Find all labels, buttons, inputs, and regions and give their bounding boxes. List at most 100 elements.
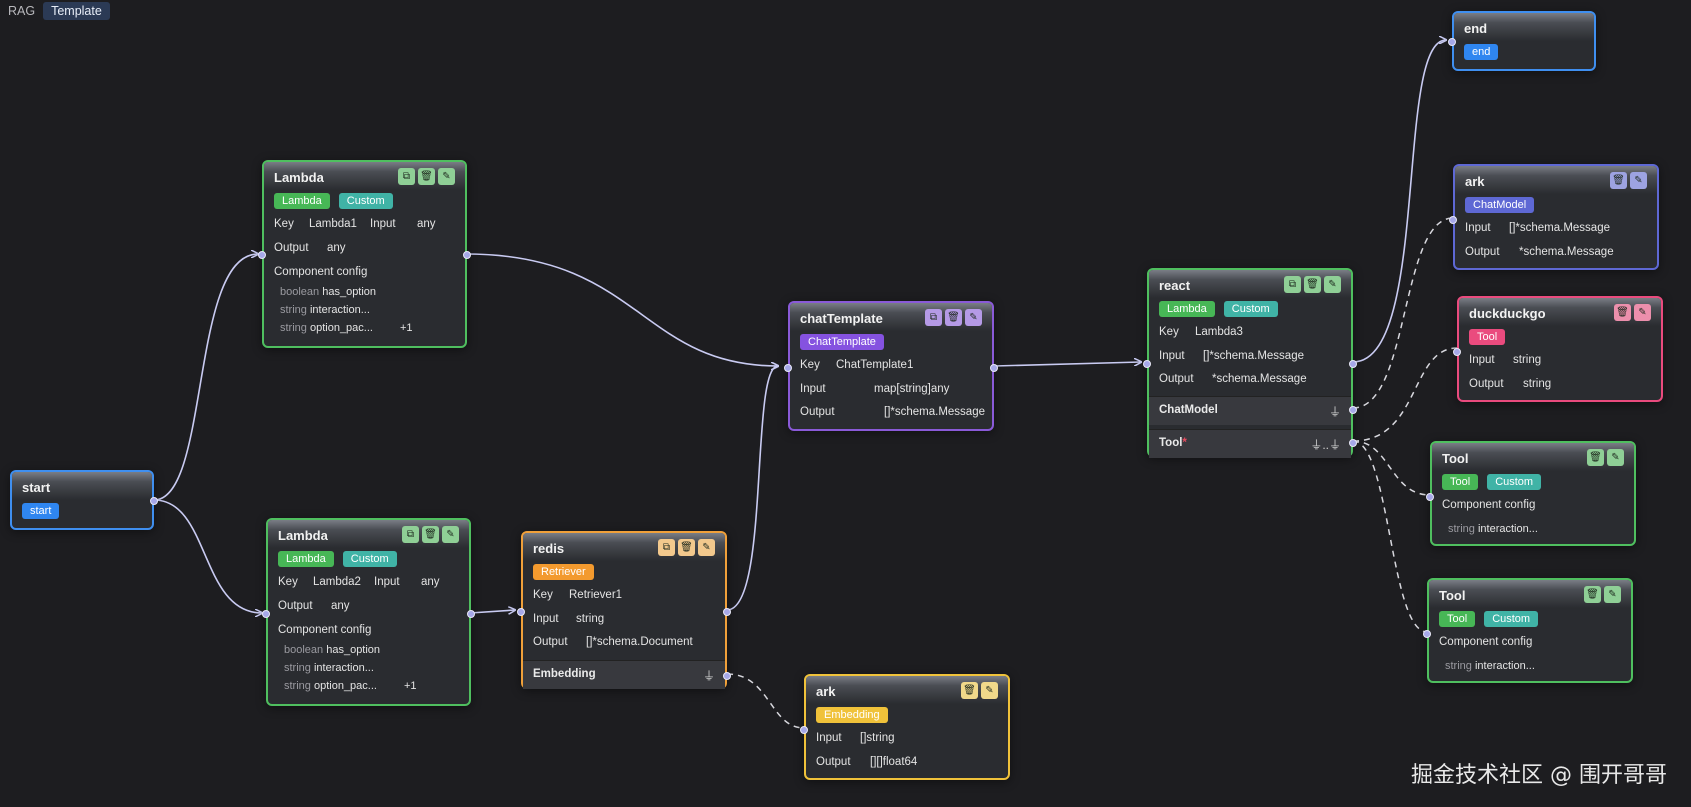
tool-section: Tool* ⏚..⏚ — [1149, 429, 1351, 458]
output-port[interactable] — [150, 497, 158, 505]
node-redis[interactable]: redis ⧉ 🗑 ✎ Retriever Key Retriever1 Inpu… — [517, 531, 731, 689]
tool-port[interactable] — [1349, 439, 1357, 447]
node-react[interactable]: react ⧉ 🗑 ✎ Lambda Custom Key Lambda3 Inp… — [1143, 268, 1357, 458]
node-tool1[interactable]: Tool 🗑 ✎ Tool Custom Component config st… — [1426, 441, 1636, 546]
node-start[interactable]: start start — [10, 470, 158, 530]
config-item: boolean has_option — [280, 286, 377, 298]
output-label: Output — [800, 406, 835, 418]
delete-icon[interactable]: 🗑 — [1587, 449, 1604, 466]
input-port[interactable] — [1426, 493, 1434, 501]
edge-react-end — [1352, 40, 1446, 363]
copy-icon[interactable]: ⧉ — [658, 539, 675, 556]
chatmodel-port[interactable] — [1349, 406, 1357, 414]
config-item: boolean has_option — [284, 644, 381, 656]
delete-icon[interactable]: 🗑 — [1610, 172, 1627, 189]
copy-icon[interactable]: ⧉ — [925, 309, 942, 326]
delete-icon[interactable]: 🗑 — [1304, 276, 1321, 293]
input-port[interactable] — [262, 610, 270, 618]
delete-icon[interactable]: 🗑 — [961, 682, 978, 699]
edge-redis-chattemplate — [726, 366, 778, 611]
embedding-port[interactable] — [723, 672, 731, 680]
key-value: Lambda1 — [309, 218, 357, 230]
node-title: redis — [533, 541, 565, 556]
input-value: any — [421, 576, 440, 588]
output-label: Output — [1159, 373, 1194, 385]
edit-icon[interactable]: ✎ — [1607, 449, 1624, 466]
copy-icon[interactable]: ⧉ — [1284, 276, 1301, 293]
edit-icon[interactable]: ✎ — [438, 168, 455, 185]
input-port[interactable] — [800, 726, 808, 734]
output-value: [][]float64 — [870, 756, 918, 768]
input-port[interactable] — [1449, 216, 1457, 224]
input-label: Input — [370, 218, 396, 230]
node-duckduckgo[interactable]: duckduckgo 🗑 ✎ Tool Input string Output st… — [1453, 296, 1663, 402]
output-port[interactable] — [1349, 360, 1357, 368]
edit-icon[interactable]: ✎ — [698, 539, 715, 556]
node-ark-embedding[interactable]: ark 🗑 ✎ Embedding Input []string Output []… — [800, 674, 1010, 780]
input-port[interactable] — [517, 608, 525, 616]
input-label: Input — [374, 576, 400, 588]
type-badge: Embedding — [816, 707, 888, 723]
output-value: any — [331, 600, 350, 612]
input-port[interactable] — [258, 251, 266, 259]
output-port[interactable] — [723, 608, 731, 616]
input-port[interactable] — [1423, 630, 1431, 638]
custom-badge: Custom — [1484, 611, 1539, 627]
node-title: duckduckgo — [1469, 306, 1546, 321]
copy-icon[interactable]: ⧉ — [398, 168, 415, 185]
node-title: start — [22, 480, 51, 495]
input-label: Input — [1469, 354, 1495, 366]
custom-badge: Custom — [1487, 474, 1542, 490]
node-chattemplate[interactable]: chatTemplate ⧉ 🗑 ✎ ChatTemplate Key ChatT… — [784, 301, 998, 431]
edit-icon[interactable]: ✎ — [1324, 276, 1341, 293]
lambda-badge: Lambda — [274, 193, 330, 209]
output-label: Output — [274, 242, 309, 254]
key-label: Key — [533, 589, 553, 601]
node-end[interactable]: end end — [1448, 11, 1596, 71]
key-label: Key — [278, 576, 298, 588]
key-value: ChatTemplate1 — [836, 359, 914, 371]
output-port[interactable] — [467, 610, 475, 618]
edit-icon[interactable]: ✎ — [965, 309, 982, 326]
output-label: Output — [1465, 246, 1500, 258]
input-port[interactable] — [784, 364, 792, 372]
output-port[interactable] — [463, 251, 471, 259]
edge-react-arkchat — [1352, 217, 1454, 409]
input-port[interactable] — [1448, 38, 1456, 46]
edit-icon[interactable]: ✎ — [1604, 586, 1621, 603]
output-value: *schema.Message — [1519, 246, 1614, 258]
input-port[interactable] — [1143, 360, 1151, 368]
config-item: string interaction... — [284, 662, 374, 674]
delete-icon[interactable]: 🗑 — [678, 539, 695, 556]
edit-icon[interactable]: ✎ — [442, 526, 459, 543]
delete-icon[interactable]: 🗑 — [1614, 304, 1631, 321]
component-config-label: Component config — [278, 624, 372, 636]
delete-icon[interactable]: 🗑 — [1584, 586, 1601, 603]
input-port[interactable] — [1453, 348, 1461, 356]
input-value: []*schema.Message — [1203, 350, 1304, 362]
plug-icon: ⏚ — [702, 669, 715, 683]
edit-icon[interactable]: ✎ — [1630, 172, 1647, 189]
output-port[interactable] — [990, 364, 998, 372]
node-ark-chatmodel[interactable]: ark 🗑 ✎ ChatModel Input []*schema.Message… — [1449, 164, 1659, 270]
output-label: Output — [1469, 378, 1504, 390]
edit-icon[interactable]: ✎ — [1634, 304, 1651, 321]
output-value: string — [1523, 378, 1552, 390]
node-tool2[interactable]: Tool 🗑 ✎ Tool Custom Component config st… — [1423, 578, 1633, 683]
node-title: Lambda — [274, 170, 324, 185]
delete-icon[interactable]: 🗑 — [945, 309, 962, 326]
node-lambda2[interactable]: Lambda ⧉ 🗑 ✎ Lambda Custom Key Lambda2 Inp… — [262, 518, 475, 706]
delete-icon[interactable]: 🗑 — [418, 168, 435, 185]
edge-start-lambda2 — [153, 499, 262, 613]
type-badge: Retriever — [533, 564, 594, 580]
type-badge: end — [1464, 44, 1499, 60]
delete-icon[interactable]: 🗑 — [422, 526, 439, 543]
tool-badge: Tool — [1439, 611, 1476, 627]
output-label: Output — [278, 600, 313, 612]
copy-icon[interactable]: ⧉ — [402, 526, 419, 543]
section-title: ChatModel — [1159, 404, 1218, 416]
node-lambda1[interactable]: Lambda ⧉ 🗑 ✎ Lambda Custom Key Lambda1 Inp… — [258, 160, 471, 348]
edit-icon[interactable]: ✎ — [981, 682, 998, 699]
multi-plug-icon: ⏚..⏚ — [1310, 438, 1341, 452]
key-label: Key — [1159, 326, 1179, 338]
